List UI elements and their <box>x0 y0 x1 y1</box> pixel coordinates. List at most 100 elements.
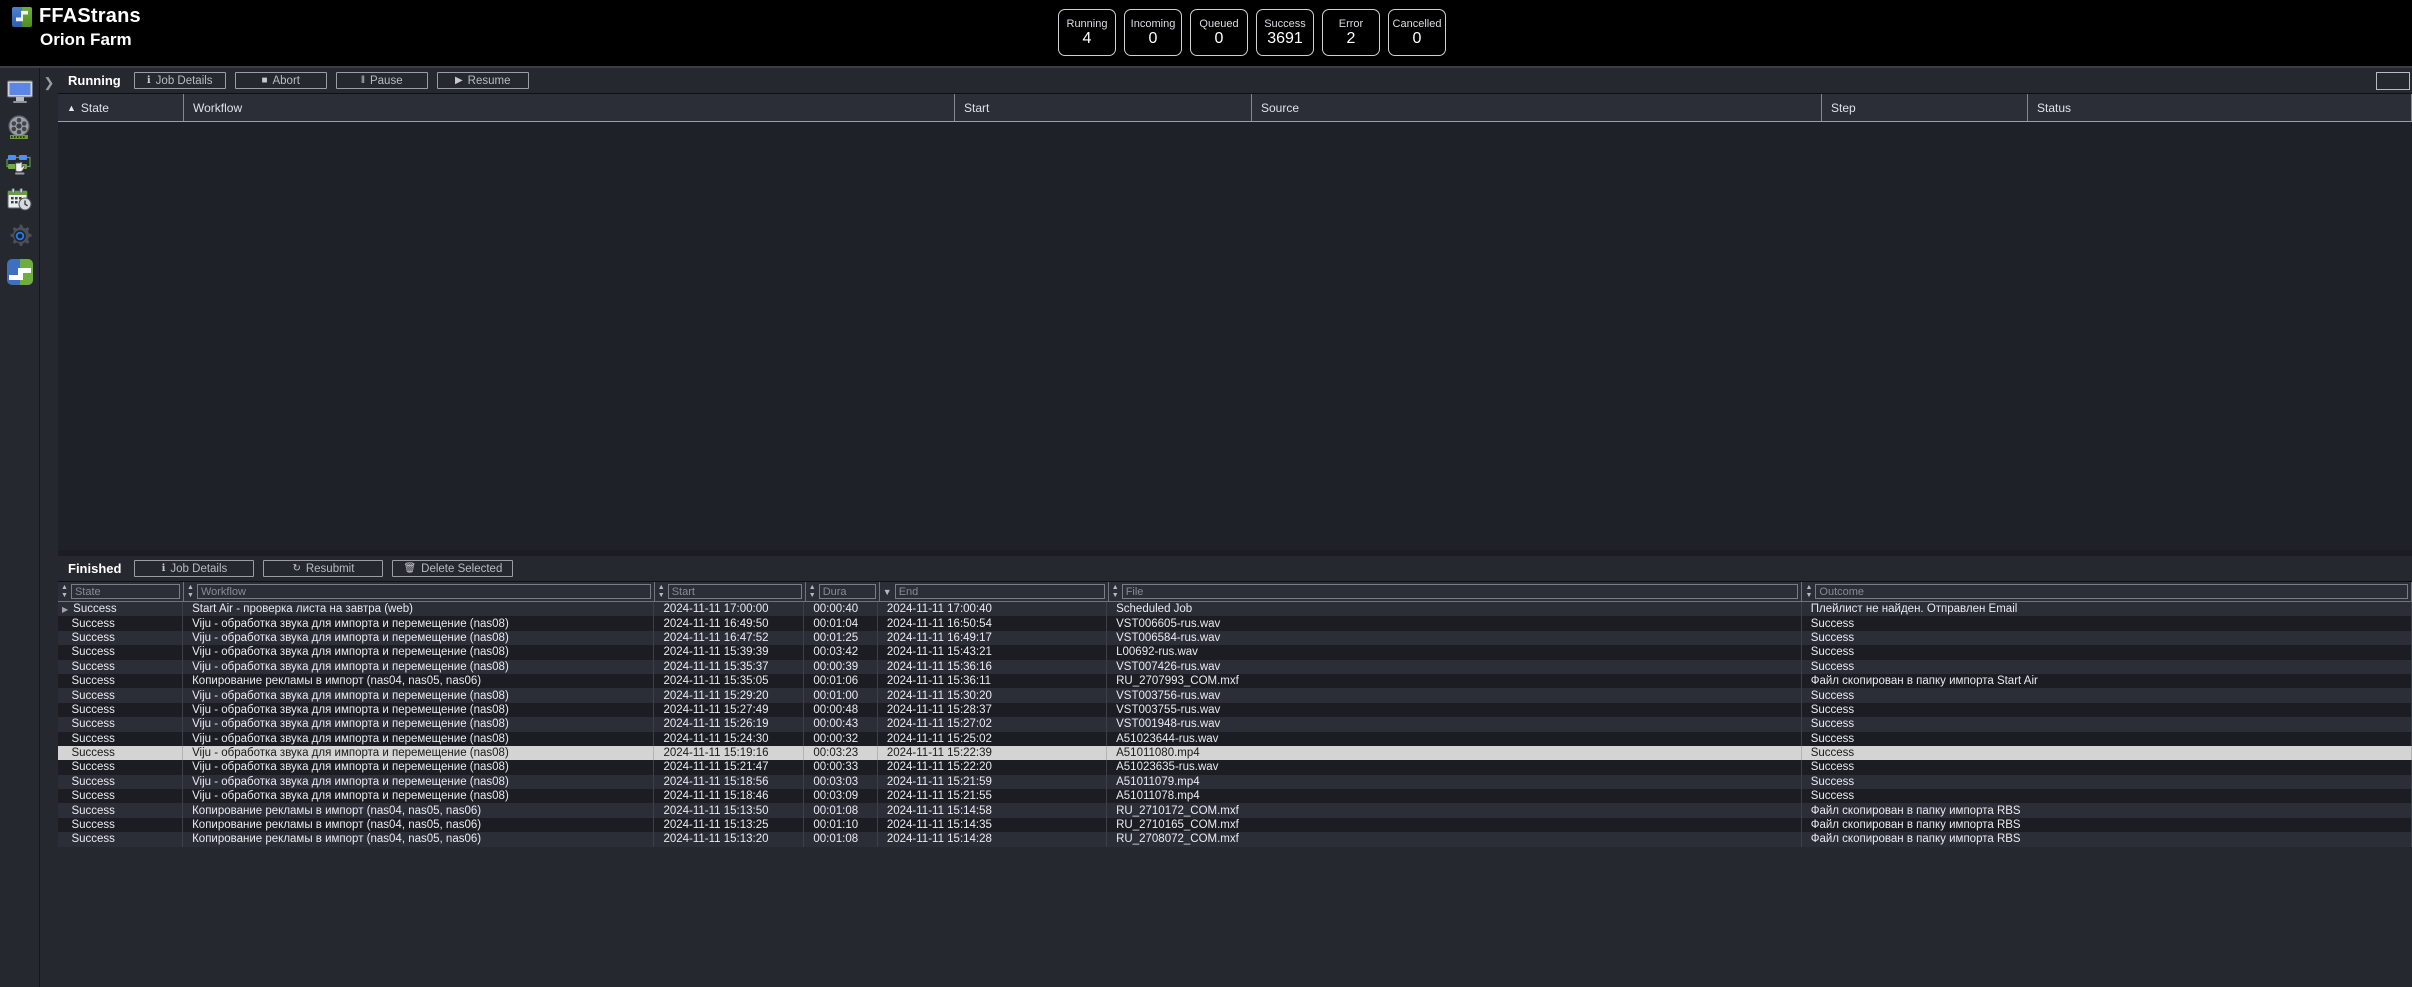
delete-selected-button[interactable]: 🗑 Delete Selected <box>392 560 514 577</box>
table-row[interactable]: Success Viju - обработка звука для импорт… <box>58 774 2412 790</box>
state-text: Success <box>71 689 115 702</box>
state-text: Success <box>71 761 115 774</box>
button-glyph-icon: ▶ <box>454 75 463 86</box>
cell-outcome: Файл скопирован в папку импорта RBS <box>1802 803 2412 818</box>
counter-label: Incoming <box>1130 17 1176 30</box>
running-column-header-status[interactable]: Status <box>2028 94 2412 121</box>
table-row[interactable]: Success Viju - обработка звука для импорт… <box>58 760 2412 775</box>
running-column-header-step[interactable]: Step <box>1822 94 2028 121</box>
sort-toggle-icon[interactable]: ▲ ▼ <box>61 584 68 600</box>
job-details-button[interactable]: ℹ Job Details <box>134 560 255 577</box>
running-table-body <box>58 122 2412 550</box>
abort-button[interactable]: ■ Abort <box>234 72 327 89</box>
collapse-panel-toggle[interactable]: ❯ <box>40 68 58 987</box>
cell-outcome: Success <box>1802 731 2412 746</box>
table-row[interactable]: Success Копирование рекламы в импорт (nas… <box>58 817 2412 833</box>
table-row[interactable]: Success Копирование рекламы в импорт (nas… <box>58 832 2412 847</box>
counter-value: 0 <box>1412 29 1422 47</box>
duration-text: 00:01:04 <box>813 617 859 630</box>
outcome-text: Success <box>1810 660 1855 673</box>
cell-state: Success <box>58 760 184 775</box>
table-row[interactable]: Success Viju - обработка звука для импорт… <box>58 616 2412 631</box>
file-text: Scheduled Job <box>1116 603 1193 616</box>
filter-input-outcome[interactable] <box>1815 584 2408 599</box>
sidebar-item-about[interactable] <box>4 256 36 288</box>
button-label: Job Details <box>170 562 228 575</box>
running-extra-button[interactable] <box>2376 72 2410 90</box>
filter-input-start[interactable] <box>667 584 802 599</box>
table-row[interactable]: Success Viju - обработка звука для импорт… <box>58 789 2412 804</box>
cell-duration: 00:01:08 <box>804 832 878 847</box>
chevron-down-icon[interactable]: ▼ <box>883 587 892 596</box>
resubmit-button[interactable]: ↻ Resubmit <box>263 560 384 577</box>
table-row[interactable]: Success Viju - обработка звука для импорт… <box>58 745 2412 761</box>
button-label: Resume <box>467 74 511 87</box>
start-text: 2024-11-11 15:13:50 <box>663 804 769 817</box>
counter-incoming[interactable]: Incoming 0 <box>1124 9 1182 56</box>
sidebar-item-scheduler[interactable] <box>4 184 36 216</box>
row-indent-spacer <box>62 720 66 729</box>
sidebar-item-monitor[interactable] <box>4 76 36 108</box>
running-column-header-state[interactable]: ▲ State <box>58 94 184 121</box>
counter-success[interactable]: Success 3691 <box>1256 9 1314 56</box>
resume-button[interactable]: ▶ Resume <box>436 72 529 89</box>
running-column-header-source[interactable]: Source <box>1252 94 1822 121</box>
workflow-hand-icon <box>5 155 31 175</box>
filter-input-dura[interactable] <box>818 584 876 599</box>
counter-error[interactable]: Error 2 <box>1322 9 1380 56</box>
sidebar-item-settings[interactable] <box>4 220 36 252</box>
sidebar-item-workflows[interactable] <box>4 148 36 180</box>
table-row[interactable]: Success Viju - обработка звука для импорт… <box>58 702 2412 718</box>
start-text: 2024-11-11 15:35:05 <box>663 675 769 688</box>
ffastrans-logo-icon <box>12 6 32 27</box>
column-label: Status <box>2037 100 2072 115</box>
end-text: 2024-11-11 15:36:11 <box>886 675 992 688</box>
running-column-header-workflow[interactable]: Workflow <box>184 94 955 121</box>
running-column-header-start[interactable]: Start <box>955 94 1252 121</box>
counter-queued[interactable]: Queued 0 <box>1190 9 1248 56</box>
file-text: A51011080.mp4 <box>1116 747 1200 760</box>
sort-toggle-icon[interactable]: ▲ ▼ <box>658 584 665 600</box>
cell-workflow: Viju - обработка звука для импорта и пер… <box>183 702 655 718</box>
cell-state: Success <box>58 630 184 646</box>
filter-input-state[interactable] <box>70 584 180 599</box>
cell-end: 2024-11-11 16:50:54 <box>878 616 1108 631</box>
sort-toggle-icon[interactable]: ▲ ▼ <box>1112 584 1119 600</box>
file-text: RU_2710165_COM.mxf <box>1116 819 1239 832</box>
job-details-button[interactable]: ℹ Job Details <box>133 72 226 89</box>
sidebar-item-media[interactable] <box>4 112 36 144</box>
table-row[interactable]: Success Viju - обработка звука для импорт… <box>58 630 2412 646</box>
button-label: Resubmit <box>305 562 355 575</box>
cell-end: 2024-11-11 15:14:58 <box>878 803 1108 818</box>
sort-toggle-icon[interactable]: ▲ ▼ <box>809 584 816 600</box>
table-row[interactable]: Success Viju - обработка звука для импорт… <box>58 688 2412 703</box>
table-row[interactable]: Success Копирование рекламы в импорт (nas… <box>58 803 2412 818</box>
finished-filter-row: ▲▼ ▲▼ ▲▼ ▲▼ ▼ ▲▼ ▲▼ <box>58 582 2412 602</box>
sort-toggle-icon[interactable]: ▲ ▼ <box>187 584 194 600</box>
table-row[interactable]: Success Viju - обработка звука для импорт… <box>58 717 2412 732</box>
sort-toggle-icon[interactable]: ▲ ▼ <box>1805 584 1812 600</box>
cell-outcome: Success <box>1802 630 2412 646</box>
filter-input-workflow[interactable] <box>196 584 651 599</box>
duration-text: 00:01:06 <box>813 675 859 688</box>
main-area: ❯ Running ℹ Job Details ■ Abort ‖ Pause ▶ Resum… <box>40 68 2412 987</box>
duration-text: 00:00:43 <box>813 718 859 731</box>
file-text: VST001948-rus.wav <box>1116 718 1221 731</box>
row-indent-spacer <box>62 763 66 772</box>
table-row[interactable]: Success Viju - обработка звука для импорт… <box>58 645 2412 660</box>
table-row[interactable]: Success Viju - обработка звука для импорт… <box>58 731 2412 746</box>
counter-running[interactable]: Running 4 <box>1058 9 1116 56</box>
table-row[interactable]: ▶ Success Start Air - проверка листа на за… <box>58 602 2412 617</box>
expand-row-icon[interactable]: ▶ <box>62 605 68 614</box>
duration-text: 00:00:48 <box>813 703 859 716</box>
counter-value: 3691 <box>1267 29 1303 47</box>
state-text: Success <box>71 646 115 659</box>
table-row[interactable]: Success Viju - обработка звука для импорт… <box>58 659 2412 674</box>
filter-input-file[interactable] <box>1121 584 1799 599</box>
counter-cancelled[interactable]: Cancelled 0 <box>1388 9 1446 56</box>
table-row[interactable]: Success Копирование рекламы в импорт (nas… <box>58 673 2412 689</box>
pause-button[interactable]: ‖ Pause <box>335 72 428 89</box>
filter-input-end[interactable] <box>894 584 1105 599</box>
brand: FFAStrans Orion Farm <box>12 5 141 50</box>
filter-cell-file: ▲ ▼ <box>1109 582 1803 601</box>
